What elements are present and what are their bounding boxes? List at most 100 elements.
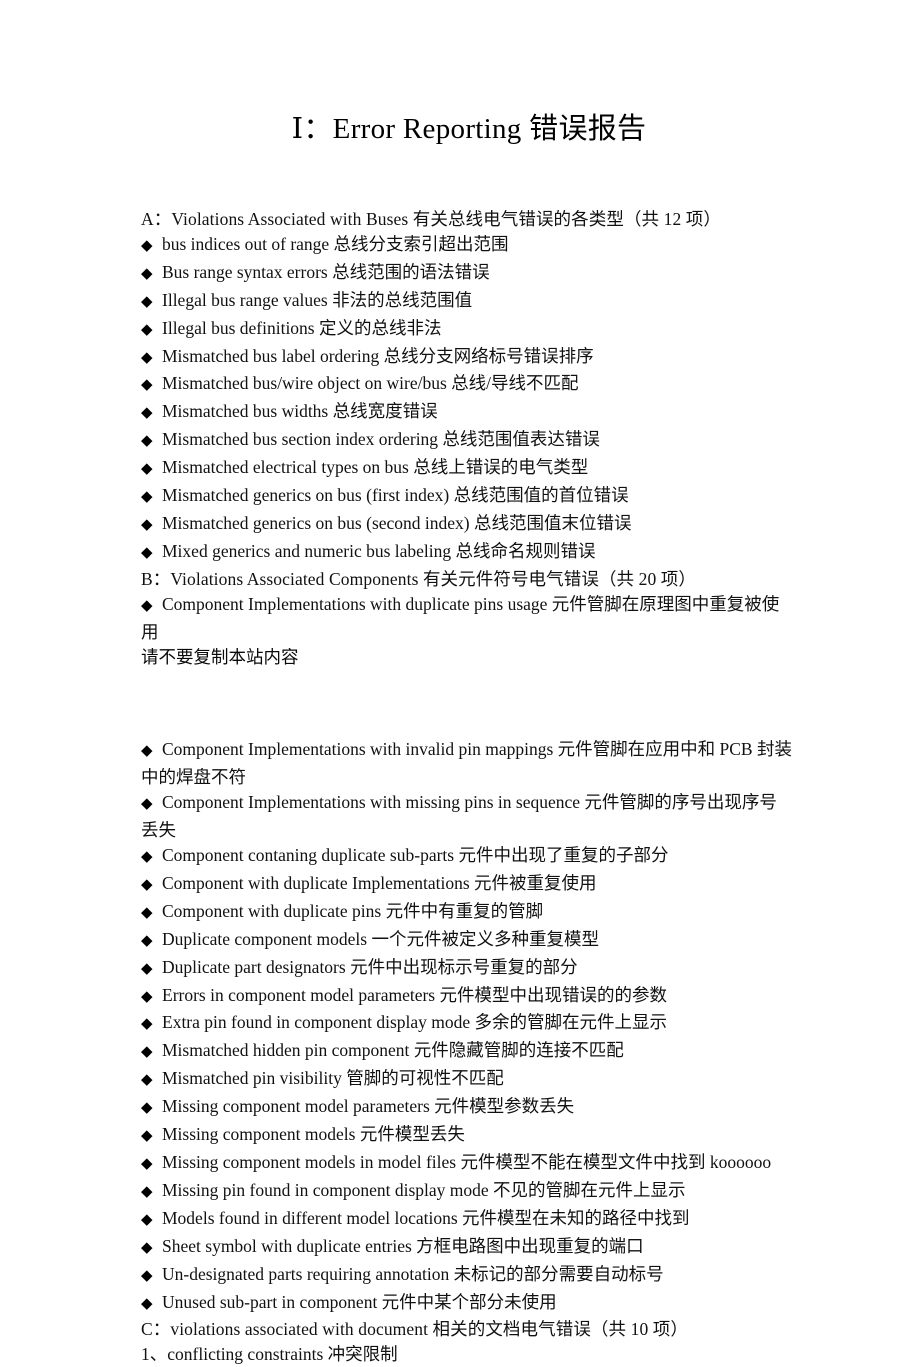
list-item: ◆ Illegal bus definitions 定义的总线非法 (141, 316, 792, 344)
diamond-bullet-icon: ◆ (141, 1100, 153, 1117)
list-item: ◆ Missing component models 元件模型丢失 (141, 1122, 792, 1150)
list-item-label: Component with duplicate pins 元件中有重复的管脚 (162, 900, 544, 921)
list-item-label: Mismatched electrical types on bus 总线上错误… (162, 457, 589, 478)
list-item-label: Duplicate part designators 元件中出现标示号重复的部分 (162, 956, 578, 977)
diamond-bullet-icon: ◆ (141, 349, 153, 366)
list-item-label: Errors in component model parameters 元件模… (162, 984, 667, 1005)
list-item: ◆ Errors in component model parameters 元件… (141, 983, 792, 1011)
list-item: ◆ Mismatched generics on bus (first index… (141, 483, 792, 511)
list-item-label: Illegal bus range values 非法的总线范围值 (162, 289, 473, 310)
list-item: ◆ Illegal bus range values 非法的总线范围值 (141, 288, 792, 316)
list-item-label: Mismatched bus/wire object on wire/bus 总… (162, 373, 579, 394)
list-item: ◆ Bus range syntax errors 总线范围的语法错误 (141, 260, 792, 288)
list-item-label: Component with duplicate Implementations… (162, 872, 597, 893)
list-item: ◆ Mismatched bus label ordering 总线分支网络标号错… (141, 344, 792, 372)
diamond-bullet-icon: ◆ (141, 1128, 153, 1145)
list-item: ◆ bus indices out of range 总线分支索引超出范围 (141, 232, 792, 260)
section-c-heading: C：violations associated with document 相关… (141, 1319, 688, 1340)
list-item: ◆ Component with duplicate Implementation… (141, 871, 792, 899)
diamond-bullet-icon: ◆ (141, 960, 153, 977)
diamond-bullet-icon: ◆ (141, 1295, 153, 1312)
diamond-bullet-icon: ◆ (141, 932, 153, 949)
list-item: ◆ Models found in different model locatio… (141, 1206, 792, 1234)
diamond-bullet-icon: ◆ (141, 876, 153, 893)
list-item-label: Models found in different model location… (162, 1207, 690, 1228)
list-item-label: Component Implementations with missing p… (141, 792, 777, 841)
list-item: ◆ Un-designated parts requiring annotatio… (141, 1262, 792, 1290)
diamond-bullet-icon: ◆ (141, 1267, 153, 1284)
list-item: ◆ Duplicate part designators 元件中出现标示号重复的部… (141, 955, 792, 983)
list-item-label: Mismatched pin visibility 管脚的可视性不匹配 (162, 1068, 504, 1089)
list-item-label: Missing component models 元件模型丢失 (162, 1124, 465, 1145)
diamond-bullet-icon: ◆ (141, 1183, 153, 1200)
list-item-label: Mixed generics and numeric bus labeling … (162, 540, 596, 561)
list-item-label: Mismatched bus label ordering 总线分支网络标号错误… (162, 345, 594, 366)
list-item: ◆ Component Implementations with invalid … (141, 737, 792, 790)
section-b: B：Violations Associated Components 有关元件符… (141, 567, 792, 1318)
section-a: A：Violations Associated with Buses 有关总线电… (141, 207, 792, 567)
diamond-bullet-icon: ◆ (141, 377, 153, 394)
list-item: ◆ Missing pin found in component display … (141, 1178, 792, 1206)
list-item-label: Mismatched bus section index ordering 总线… (162, 429, 600, 450)
diamond-bullet-icon: ◆ (141, 489, 153, 506)
list-item-label: Extra pin found in component display mod… (162, 1012, 668, 1033)
list-item: ◆ Mixed generics and numeric bus labeling… (141, 539, 792, 567)
list-item-label: Missing component model parameters 元件模型参… (162, 1096, 575, 1117)
list-item: ◆ Duplicate component models 一个元件被定义多种重复模… (141, 927, 792, 955)
section-b-heading: B：Violations Associated Components 有关元件符… (141, 568, 697, 589)
diamond-bullet-icon: ◆ (141, 743, 153, 760)
list-item-label: Component Implementations with duplicate… (141, 593, 780, 642)
list-item: ◆ Mismatched hidden pin component 元件隐藏管脚的… (141, 1038, 792, 1066)
page-title: Ⅰ：Error Reporting 错误报告 (291, 113, 647, 145)
list-item: ◆ Unused sub-part in component 元件中某个部分未使用 (141, 1290, 792, 1318)
list-item: ◆ Component Implementations with duplicat… (141, 592, 792, 645)
list-item: ◆ Mismatched electrical types on bus 总线上错… (141, 455, 792, 483)
list-item: ◆ Missing component models in model files… (141, 1150, 792, 1178)
diamond-bullet-icon: ◆ (141, 433, 153, 450)
list-item: ◆ Missing component model parameters 元件模型… (141, 1094, 792, 1122)
diamond-bullet-icon: ◆ (141, 1239, 153, 1256)
diamond-bullet-icon: ◆ (141, 237, 153, 254)
section-a-list: ◆ bus indices out of range 总线分支索引超出范围 ◆ Bu… (141, 232, 792, 567)
diamond-bullet-icon: ◆ (141, 849, 153, 866)
list-item-label: bus indices out of range 总线分支索引超出范围 (162, 233, 509, 254)
list-item: ◆ Mismatched pin visibility 管脚的可视性不匹配 (141, 1066, 792, 1094)
numbered-list-item: 1、conflicting constraints 冲突限制 (141, 1344, 398, 1365)
list-item: ◆ Component contaning duplicate sub-parts… (141, 843, 792, 871)
list-item: ◆ Component Implementations with missing … (141, 790, 792, 843)
copy-notice: 请不要复制本站内容 (141, 646, 299, 667)
list-item-label: Sheet symbol with duplicate entries 方框电路… (162, 1235, 644, 1256)
section-a-heading: A：Violations Associated with Buses 有关总线电… (141, 209, 721, 229)
diamond-bullet-icon: ◆ (141, 405, 153, 422)
document-page: Ⅰ：Error Reporting 错误报告 A：Violations Asso… (0, 0, 920, 1364)
list-item-label: Mismatched generics on bus (second index… (162, 512, 632, 533)
list-item-label: Un-designated parts requiring annotation… (162, 1263, 664, 1284)
list-item-label: Illegal bus definitions 定义的总线非法 (162, 317, 442, 338)
diamond-bullet-icon: ◆ (141, 265, 153, 282)
section-b-list: ◆ Component Implementations with invalid … (141, 737, 792, 1317)
diamond-bullet-icon: ◆ (141, 597, 153, 614)
diamond-bullet-icon: ◆ (141, 544, 153, 561)
diamond-bullet-icon: ◆ (141, 321, 153, 338)
list-item: ◆ Extra pin found in component display mo… (141, 1010, 792, 1038)
list-item-label: Mismatched bus widths 总线宽度错误 (162, 401, 438, 422)
list-item-label: Duplicate component models 一个元件被定义多种重复模型 (162, 928, 599, 949)
list-item-label: Missing component models in model files … (162, 1152, 772, 1172)
list-item: ◆ Sheet symbol with duplicate entries 方框电… (141, 1234, 792, 1262)
diamond-bullet-icon: ◆ (141, 796, 153, 813)
list-item-label: Bus range syntax errors 总线范围的语法错误 (162, 261, 490, 282)
list-item-label: Missing pin found in component display m… (162, 1179, 686, 1200)
diamond-bullet-icon: ◆ (141, 516, 153, 533)
list-item: ◆ Mismatched bus widths 总线宽度错误 (141, 399, 792, 427)
list-item: ◆ Mismatched bus section index ordering 总… (141, 427, 792, 455)
list-item: ◆ Mismatched generics on bus (second inde… (141, 511, 792, 539)
diamond-bullet-icon: ◆ (141, 1016, 153, 1033)
diamond-bullet-icon: ◆ (141, 988, 153, 1005)
diamond-bullet-icon: ◆ (141, 293, 153, 310)
list-item-label: Mismatched hidden pin component 元件隐藏管脚的连… (162, 1040, 624, 1061)
list-item: ◆ Component with duplicate pins 元件中有重复的管脚 (141, 899, 792, 927)
diamond-bullet-icon: ◆ (141, 461, 153, 478)
diamond-bullet-icon: ◆ (141, 1044, 153, 1061)
list-item-label: Mismatched generics on bus (first index)… (162, 485, 629, 506)
